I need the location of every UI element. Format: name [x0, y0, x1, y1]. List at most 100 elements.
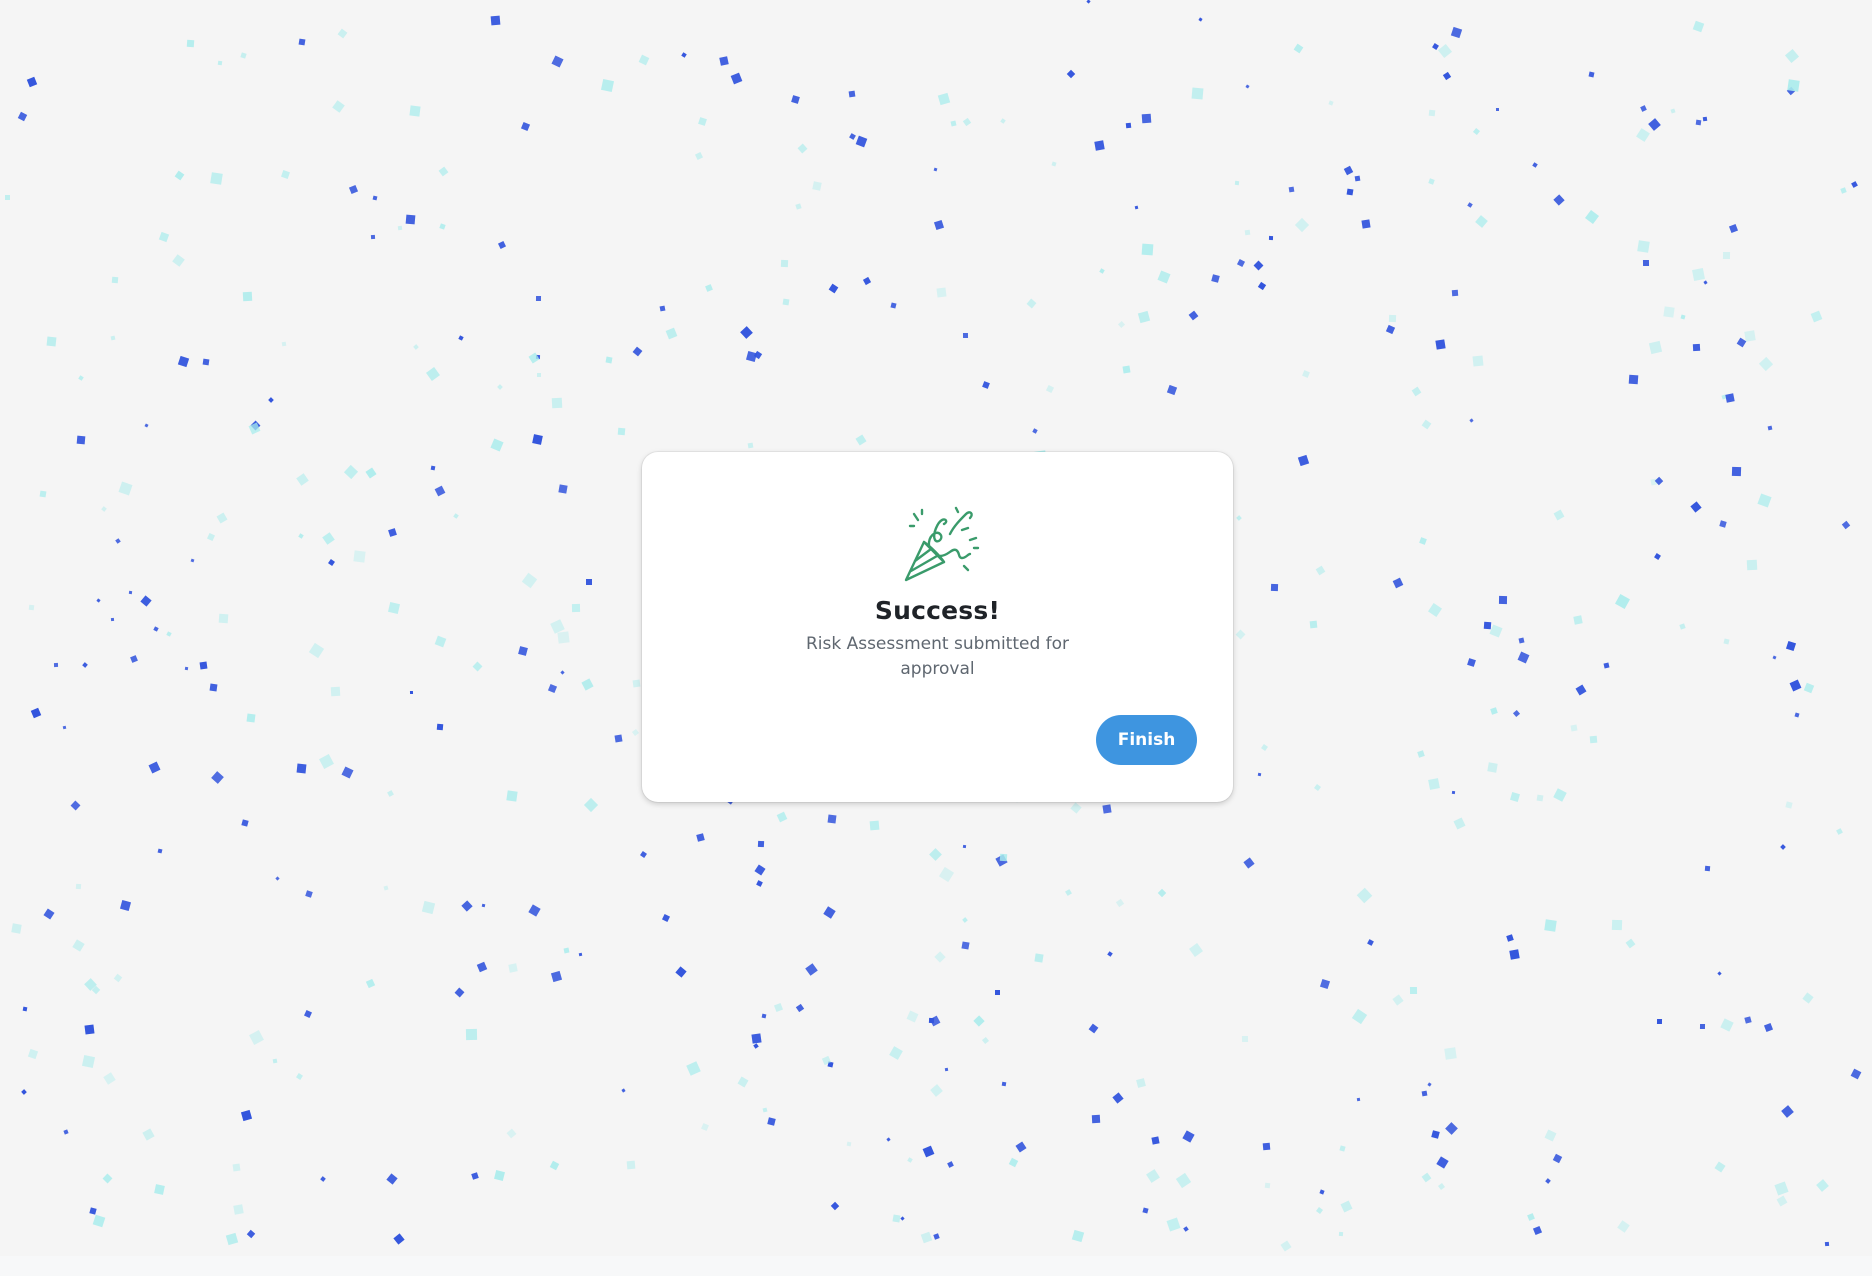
confetti-piece	[1722, 251, 1731, 260]
confetti-piece	[962, 117, 972, 127]
confetti-background: Success! Risk Assessment submitted for a…	[0, 0, 1872, 1276]
confetti-piece	[1134, 205, 1139, 210]
confetti-piece	[172, 254, 185, 267]
confetti-piece	[1338, 1231, 1344, 1237]
confetti-piece	[962, 844, 967, 849]
confetti-piece	[1717, 971, 1722, 976]
confetti-piece	[849, 133, 856, 140]
confetti-piece	[322, 532, 335, 545]
confetti-piece	[1789, 679, 1802, 692]
confetti-piece	[1435, 339, 1446, 350]
confetti-piece	[675, 966, 687, 978]
confetti-piece	[1615, 594, 1630, 609]
dialog-message: Risk Assessment submitted for approval	[805, 634, 1070, 679]
confetti-piece	[520, 121, 531, 132]
confetti-piece	[1442, 71, 1452, 81]
confetti-piece	[780, 259, 789, 268]
confetti-piece	[241, 819, 249, 827]
confetti-piece	[190, 558, 195, 563]
confetti-piece	[1151, 1136, 1160, 1145]
confetti-piece	[497, 384, 503, 390]
confetti-piece	[225, 1232, 239, 1246]
confetti-piece	[1236, 515, 1242, 521]
confetti-piece	[586, 579, 592, 585]
confetti-piece	[383, 885, 389, 891]
confetti-piece	[886, 1137, 891, 1142]
confetti-piece	[1475, 215, 1488, 228]
confetti-piece	[246, 1229, 256, 1239]
confetti-piece	[1453, 817, 1466, 830]
confetti-piece	[1367, 939, 1374, 946]
confetti-piece	[1787, 79, 1800, 92]
confetti-piece	[705, 284, 713, 292]
confetti-piece	[1780, 844, 1786, 850]
confetti-piece	[617, 427, 626, 436]
confetti-piece	[142, 1128, 155, 1141]
confetti-piece	[1648, 118, 1661, 131]
confetti-piece	[216, 512, 228, 524]
confetti-piece	[828, 283, 839, 294]
confetti-piece	[1136, 1078, 1146, 1088]
confetti-piece	[461, 900, 473, 912]
confetti-piece	[506, 1128, 517, 1139]
confetti-piece	[184, 666, 189, 671]
confetti-piece	[43, 908, 55, 920]
confetti-piece	[343, 464, 359, 480]
confetti-piece	[892, 1214, 901, 1223]
confetti-piece	[1836, 828, 1843, 835]
confetti-piece	[458, 335, 464, 341]
confetti-piece	[62, 725, 67, 730]
confetti-piece	[1356, 1097, 1361, 1102]
confetti-piece	[1191, 87, 1204, 100]
confetti-piece	[1544, 1129, 1557, 1142]
confetti-piece	[1236, 258, 1246, 268]
confetti-piece	[1309, 620, 1318, 629]
confetti-piece	[1141, 243, 1154, 256]
confetti-piece	[453, 513, 459, 519]
confetti-piece	[1137, 310, 1151, 324]
confetti-piece	[70, 800, 81, 811]
confetti-piece	[217, 60, 223, 66]
finish-button[interactable]: Finish	[1096, 715, 1197, 765]
confetti-piece	[812, 181, 822, 191]
confetti-piece	[1235, 629, 1246, 640]
confetti-piece	[1088, 1023, 1099, 1034]
confetti-piece	[1428, 109, 1436, 117]
confetti-piece	[1498, 595, 1508, 605]
confetti-piece	[632, 679, 641, 688]
confetti-piece	[409, 690, 414, 695]
confetti-piece	[140, 595, 152, 607]
confetti-piece	[26, 76, 38, 88]
confetti-piece	[1351, 1008, 1368, 1025]
confetti-piece	[696, 833, 705, 842]
confetti-piece	[549, 1160, 560, 1171]
confetti-piece	[434, 635, 447, 648]
confetti-piece	[1257, 281, 1267, 291]
confetti-piece	[421, 900, 436, 915]
confetti-piece	[84, 1024, 95, 1035]
confetti-piece	[1704, 865, 1711, 872]
confetti-piece	[1234, 180, 1240, 186]
confetti-piece	[528, 904, 541, 917]
confetti-piece	[304, 1010, 312, 1018]
confetti-piece	[1785, 801, 1793, 809]
confetti-piece	[698, 117, 707, 126]
confetti-piece	[341, 766, 354, 779]
confetti-piece	[659, 305, 666, 312]
confetti-piece	[1411, 386, 1422, 397]
confetti-piece	[747, 442, 754, 449]
confetti-piece	[434, 485, 446, 497]
confetti-piece	[281, 341, 287, 347]
confetti-piece	[199, 661, 208, 670]
confetti-piece	[536, 372, 542, 378]
confetti-piece	[1091, 1114, 1101, 1124]
confetti-piece	[1141, 113, 1152, 124]
confetti-piece	[805, 963, 818, 976]
confetti-piece	[848, 90, 856, 98]
confetti-piece	[557, 631, 570, 644]
confetti-piece	[1784, 48, 1800, 64]
confetti-piece	[1483, 621, 1492, 630]
confetti-piece	[614, 734, 623, 743]
confetti-piece	[1451, 790, 1456, 795]
confetti-piece	[281, 170, 290, 179]
